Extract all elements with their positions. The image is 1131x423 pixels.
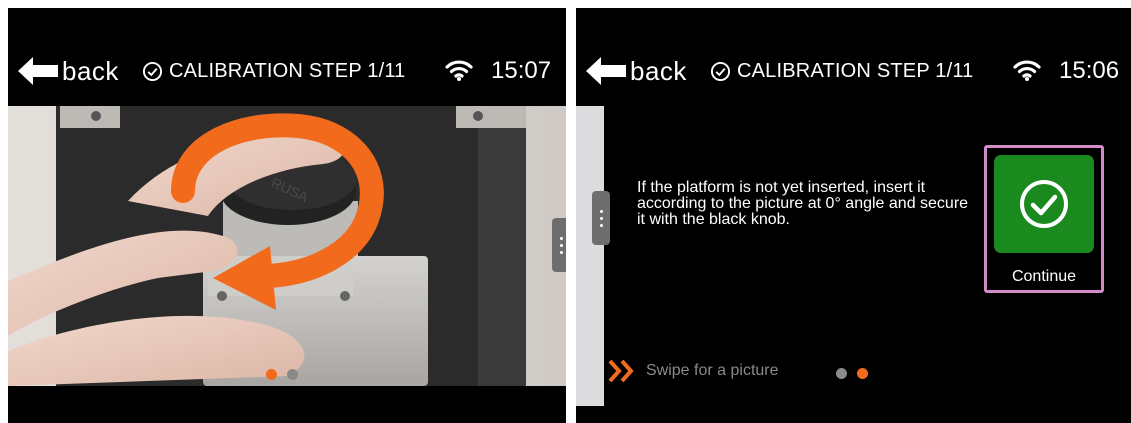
continue-focus-frame: Continue bbox=[984, 145, 1104, 293]
wifi-icon bbox=[445, 60, 473, 81]
calibration-screen-picture: back CALIBRATION STEP 1/11 15:07 RUSA bbox=[8, 8, 566, 423]
calibration-screen-instruction: back CALIBRATION STEP 1/11 15:06 If the … bbox=[576, 8, 1131, 423]
step-title: CALIBRATION STEP 1/11 bbox=[737, 59, 974, 82]
continue-button[interactable] bbox=[994, 155, 1094, 253]
check-circle-icon bbox=[142, 61, 163, 81]
check-circle-icon bbox=[710, 61, 731, 81]
bottom-bar bbox=[8, 386, 566, 423]
page-dot bbox=[836, 368, 847, 379]
clock: 15:07 bbox=[491, 57, 552, 84]
page-dot-active bbox=[857, 368, 868, 379]
back-label: back bbox=[630, 56, 687, 86]
step-indicator: CALIBRATION STEP 1/11 bbox=[142, 55, 406, 87]
page-indicator bbox=[266, 369, 298, 380]
back-arrow-icon bbox=[18, 57, 58, 85]
continue-label: Continue bbox=[1011, 268, 1077, 285]
previous-page-peek bbox=[576, 106, 604, 406]
page-indicator bbox=[836, 368, 868, 379]
instruction-photo: RUSA bbox=[8, 106, 566, 386]
step-title: CALIBRATION STEP 1/11 bbox=[169, 59, 406, 82]
instruction-text: If the platform is not yet inserted, ins… bbox=[637, 179, 969, 228]
status-bar: back CALIBRATION STEP 1/11 15:07 bbox=[8, 8, 566, 106]
check-circle-icon bbox=[1020, 180, 1068, 228]
double-chevron-right-icon bbox=[608, 359, 634, 383]
swipe-handle[interactable] bbox=[592, 191, 610, 245]
back-button[interactable]: back bbox=[18, 55, 119, 87]
status-bar: back CALIBRATION STEP 1/11 15:06 bbox=[576, 8, 1131, 106]
platform-knob-photo: RUSA bbox=[8, 106, 566, 386]
back-button[interactable]: back bbox=[586, 55, 687, 87]
swipe-handle[interactable] bbox=[552, 218, 566, 272]
clock: 15:06 bbox=[1059, 57, 1120, 84]
swipe-hint-text: Swipe for a picture bbox=[646, 362, 779, 379]
step-indicator: CALIBRATION STEP 1/11 bbox=[710, 55, 974, 87]
page-dot bbox=[287, 369, 298, 380]
back-arrow-icon bbox=[586, 57, 626, 85]
page-dot-active bbox=[266, 369, 277, 380]
wifi-icon bbox=[1013, 60, 1041, 81]
back-label: back bbox=[62, 56, 119, 86]
swipe-hint: Swipe for a picture bbox=[608, 359, 779, 383]
